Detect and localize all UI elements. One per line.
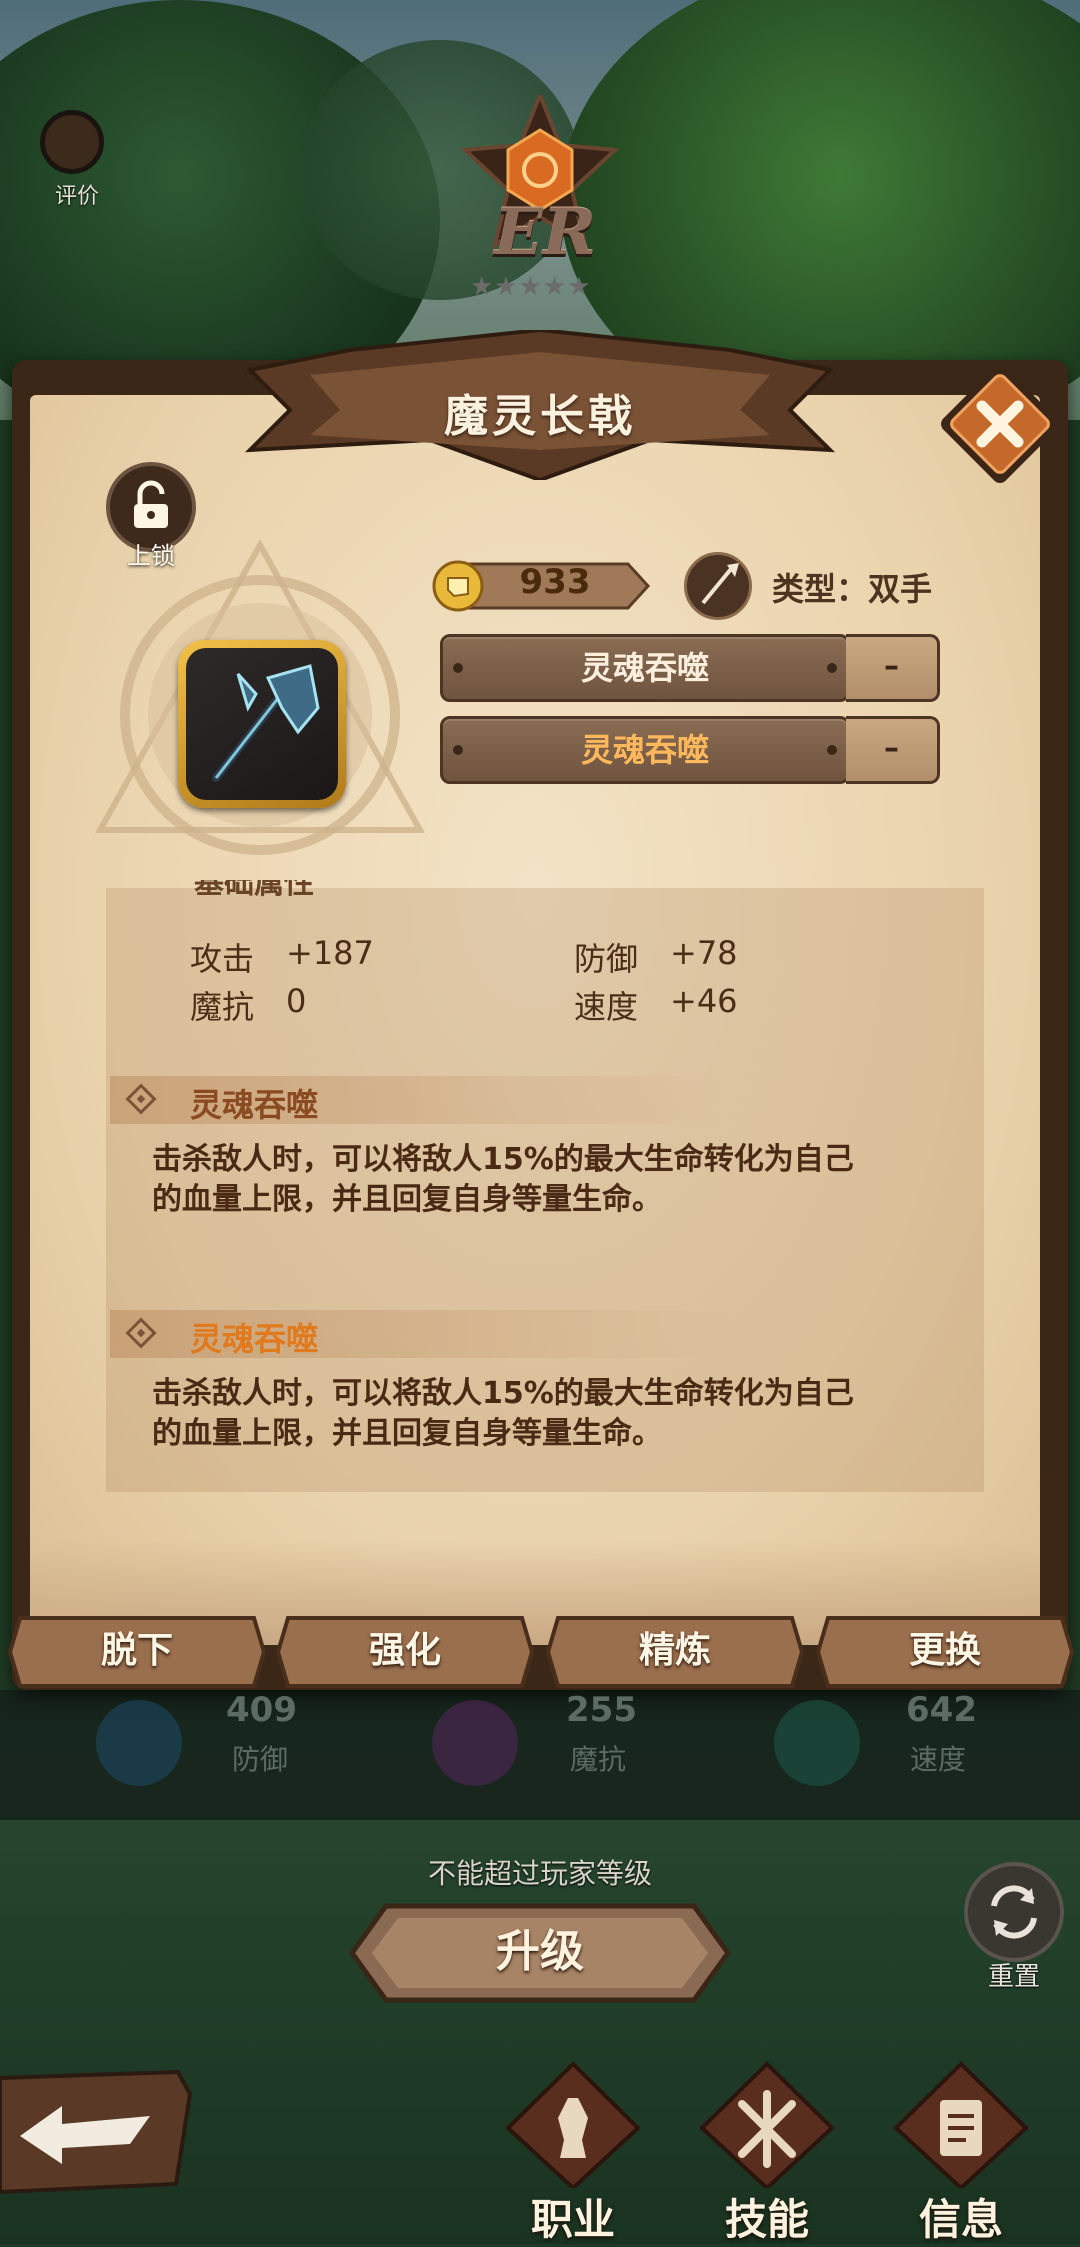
nav-skill-button[interactable]: 技能 [682, 2058, 852, 2244]
rank-stars: ★★★★★ [470, 272, 592, 302]
fist-icon [447, 577, 469, 598]
stat-value-magic-resist: 0 [286, 982, 307, 1020]
unequip-label: 脱下 [100, 1630, 173, 1671]
hero-speed-value: 642 [906, 1690, 977, 1730]
speed-icon [774, 1700, 860, 1786]
stat-label-attack: 攻击 [190, 940, 255, 978]
nav-info-button[interactable]: 信息 [876, 2058, 1046, 2244]
skill-rune-icon [699, 2061, 835, 2191]
stat-value-speed: +46 [670, 982, 738, 1020]
rune-slot-value: – [846, 634, 940, 702]
enhance-label: 强化 [368, 1630, 441, 1671]
back-button[interactable] [0, 2064, 195, 2204]
nav-class-button[interactable]: 职业 [488, 2058, 658, 2244]
power-value: 933 [519, 562, 591, 602]
weapon-icon-bg [186, 648, 338, 800]
stat-value-defense: +78 [670, 934, 738, 972]
chess-piece-icon [505, 2061, 641, 2191]
rank-text: ER [494, 195, 596, 270]
rune-slot-value: – [846, 716, 940, 784]
rank-badge: ER [460, 95, 620, 295]
rune-slot-1[interactable]: 灵魂吞噬 – [440, 634, 940, 702]
refine-button[interactable]: 精炼 [544, 1612, 806, 1692]
base-stats-header: 基础属性 [106, 880, 984, 902]
skill-1-desc-line1: 击杀敌人时，可以将敌人15%的最大生命转化为自己 [152, 1142, 854, 1177]
evaluate-button[interactable] [40, 110, 104, 174]
nav-class-label: 职业 [530, 2195, 615, 2244]
unequip-button[interactable]: 脱下 [6, 1612, 268, 1692]
skill-1-name: 灵魂吞噬 [190, 1086, 319, 1124]
skill-2-name: 灵魂吞噬 [190, 1320, 319, 1358]
rune-slot-2[interactable]: 灵魂吞噬 – [440, 716, 940, 784]
refresh-icon [991, 1885, 1037, 1939]
spear-icon [701, 563, 739, 605]
reset-button[interactable] [964, 1862, 1064, 1962]
item-title: 魔灵长戟 [444, 391, 636, 442]
stat-label-speed: 速度 [574, 988, 639, 1026]
hero-speed-label: 速度 [910, 1743, 967, 1776]
refine-label: 精炼 [638, 1630, 711, 1671]
replace-label: 更换 [908, 1630, 981, 1671]
stat-label-defense: 防御 [574, 940, 639, 978]
nav-info-label: 信息 [918, 2195, 1003, 2244]
replace-button[interactable]: 更换 [814, 1612, 1076, 1692]
skill-2-desc-line2: 的血量上限，并且回复自身等量生命。 [152, 1416, 662, 1451]
weapon-type-text: 类型：双手 [772, 570, 933, 608]
reset-label: 重置 [987, 1962, 1040, 1992]
evaluate-label: 评价 [54, 184, 99, 209]
skill-1-header: 灵魂吞噬 [110, 1076, 730, 1124]
stat-value-attack: +187 [286, 934, 374, 972]
skill-1-desc-line2: 的血量上限，并且回复自身等量生命。 [152, 1182, 662, 1217]
halberd-icon [212, 664, 320, 782]
stat-label-magic-resist: 魔抗 [190, 988, 255, 1026]
hero-magic-resist-label: 魔抗 [570, 1743, 627, 1776]
nav-skill-label: 技能 [724, 2195, 809, 2244]
rune-slot-name: 灵魂吞噬 [580, 731, 709, 769]
rune-slot-name: 灵魂吞噬 [580, 649, 709, 687]
skill-2-desc-line1: 击杀敌人时，可以将敌人15%的最大生命转化为自己 [152, 1376, 854, 1411]
hero-defense-label: 防御 [232, 1743, 289, 1776]
weapon-icon-frame[interactable] [178, 640, 346, 808]
weapon-type-button[interactable] [684, 552, 752, 620]
hero-magic-resist-value: 255 [566, 1690, 637, 1730]
skill-2-header: 灵魂吞噬 [110, 1310, 730, 1358]
document-icon [893, 2061, 1029, 2191]
defense-icon [96, 1700, 182, 1786]
hero-defense-value: 409 [226, 1690, 297, 1730]
upgrade-label: 升级 [496, 1926, 584, 1977]
diamond-icon [125, 1317, 157, 1349]
level-limit-text: 不能超过玩家等级 [427, 1857, 652, 1890]
close-button[interactable] [938, 362, 1062, 486]
diamond-icon [125, 1083, 157, 1115]
base-stats-title: 基础属性 [194, 880, 314, 901]
magic-resist-icon [432, 1700, 518, 1786]
enhance-button[interactable]: 强化 [274, 1612, 536, 1692]
